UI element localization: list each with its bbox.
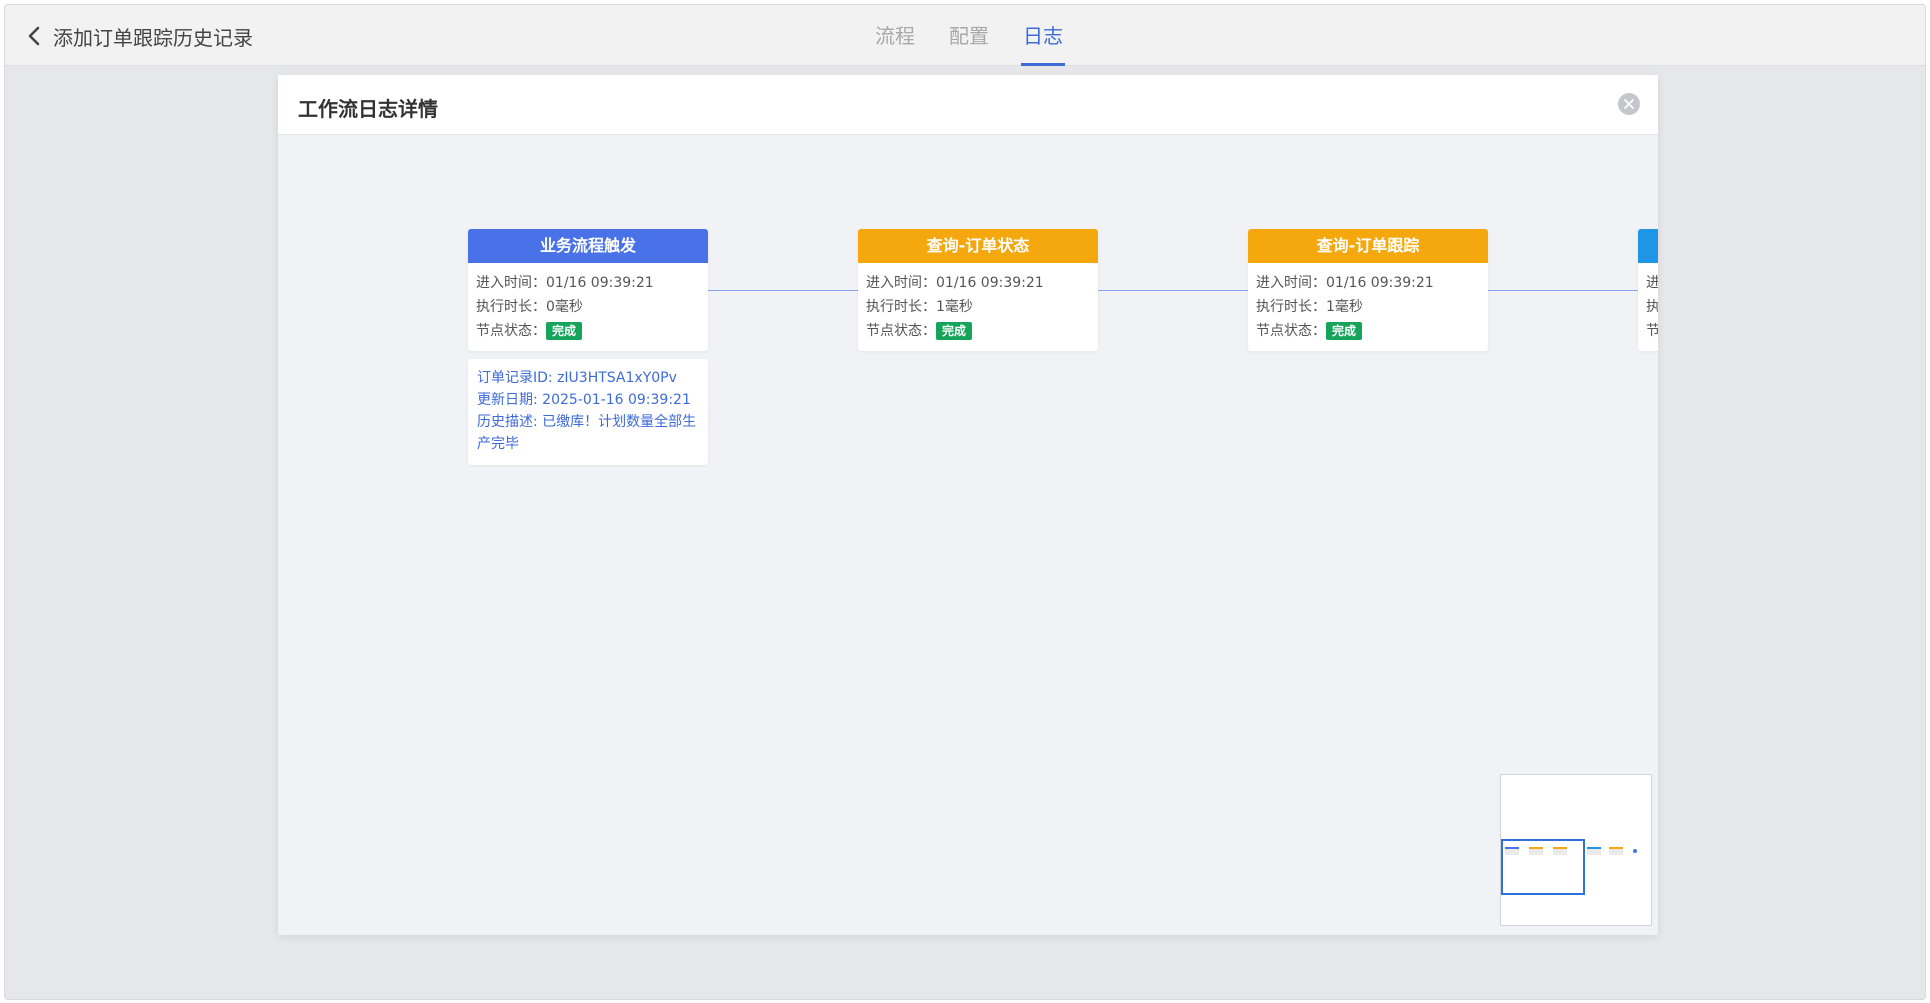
tab-config[interactable]: 配置 — [947, 5, 991, 66]
minimap-viewport[interactable] — [1501, 839, 1585, 895]
edge-3 — [1488, 290, 1638, 291]
enter-time-value: 01/16 09:39:21 — [1326, 275, 1434, 291]
status-badge: 完成 — [1326, 322, 1363, 340]
workflow-log-modal: 工作流日志详情 业务流程触发 进入时间： 01/16 09:39:21 执行时长：… — [278, 75, 1658, 935]
modal-header: 工作流日志详情 — [278, 75, 1658, 135]
minimap-node — [1633, 849, 1637, 853]
enter-time-value: 01/16 09:39:21 — [936, 275, 1044, 291]
app-window: 添加订单跟踪历史记录 流程 配置 日志 工作流日志详情 业务流程触发 进入时间：… — [4, 4, 1926, 1000]
edge-1 — [708, 290, 858, 291]
minimap-node — [1609, 847, 1623, 855]
tab-bar: 流程 配置 日志 — [873, 5, 1065, 66]
duration-label: 执行时长： — [476, 299, 546, 315]
close-circle-icon[interactable] — [1618, 93, 1640, 115]
status-label: 节 — [1646, 319, 1658, 343]
tab-flow[interactable]: 流程 — [873, 5, 917, 66]
node-next-clipped[interactable]: 进 执 节 — [1638, 229, 1658, 351]
top-bar: 添加订单跟踪历史记录 流程 配置 日志 — [5, 5, 1925, 66]
minimap-node — [1587, 847, 1601, 855]
flow-canvas[interactable]: 业务流程触发 进入时间： 01/16 09:39:21 执行时长： 0毫秒 节点状态… — [278, 136, 1658, 935]
node-title: 查询-订单跟踪 — [1248, 229, 1488, 263]
enter-time-label: 进入时间： — [476, 275, 546, 291]
duration-label: 执 — [1646, 295, 1658, 319]
duration-value: 1毫秒 — [1326, 299, 1363, 315]
order-history-info: 订单记录ID: zIU3HTSA1xY0Pv 更新日期: 2025-01-16 … — [468, 359, 708, 465]
page-title: 添加订单跟踪历史记录 — [53, 25, 253, 50]
node-title: 查询-订单状态 — [858, 229, 1098, 263]
duration-label: 执行时长： — [1256, 299, 1326, 315]
node-query-order-status[interactable]: 查询-订单状态 进入时间： 01/16 09:39:21 执行时长： 1毫秒 节点状… — [858, 229, 1098, 351]
enter-time-label: 进入时间： — [1256, 275, 1326, 291]
update-date: 更新日期: 2025-01-16 09:39:21 — [477, 392, 691, 408]
minimap[interactable] — [1500, 774, 1652, 926]
duration-value: 0毫秒 — [546, 299, 583, 315]
status-label: 节点状态： — [866, 323, 936, 339]
record-id: 订单记录ID: zIU3HTSA1xY0Pv — [477, 370, 677, 386]
enter-time-value: 01/16 09:39:21 — [546, 275, 654, 291]
node-title: 业务流程触发 — [468, 229, 708, 263]
status-label: 节点状态： — [1256, 323, 1326, 339]
enter-time-label: 进 — [1646, 271, 1658, 295]
status-badge: 完成 — [546, 322, 583, 340]
enter-time-label: 进入时间： — [866, 275, 936, 291]
node-trigger[interactable]: 业务流程触发 进入时间： 01/16 09:39:21 执行时长： 0毫秒 节点状态… — [468, 229, 708, 351]
status-badge: 完成 — [936, 322, 973, 340]
back-button[interactable]: 添加订单跟踪历史记录 — [27, 21, 253, 51]
modal-title: 工作流日志详情 — [298, 97, 438, 121]
node-query-order-track[interactable]: 查询-订单跟踪 进入时间： 01/16 09:39:21 执行时长： 1毫秒 节点状… — [1248, 229, 1488, 351]
status-label: 节点状态： — [476, 323, 546, 339]
duration-label: 执行时长： — [866, 299, 936, 315]
history-desc: 历史描述: 已缴库！计划数量全部生产完毕 — [477, 414, 697, 452]
chevron-left-icon — [27, 26, 41, 46]
edge-2 — [1098, 290, 1248, 291]
tab-log[interactable]: 日志 — [1021, 5, 1065, 66]
node-title — [1638, 229, 1658, 263]
duration-value: 1毫秒 — [936, 299, 973, 315]
